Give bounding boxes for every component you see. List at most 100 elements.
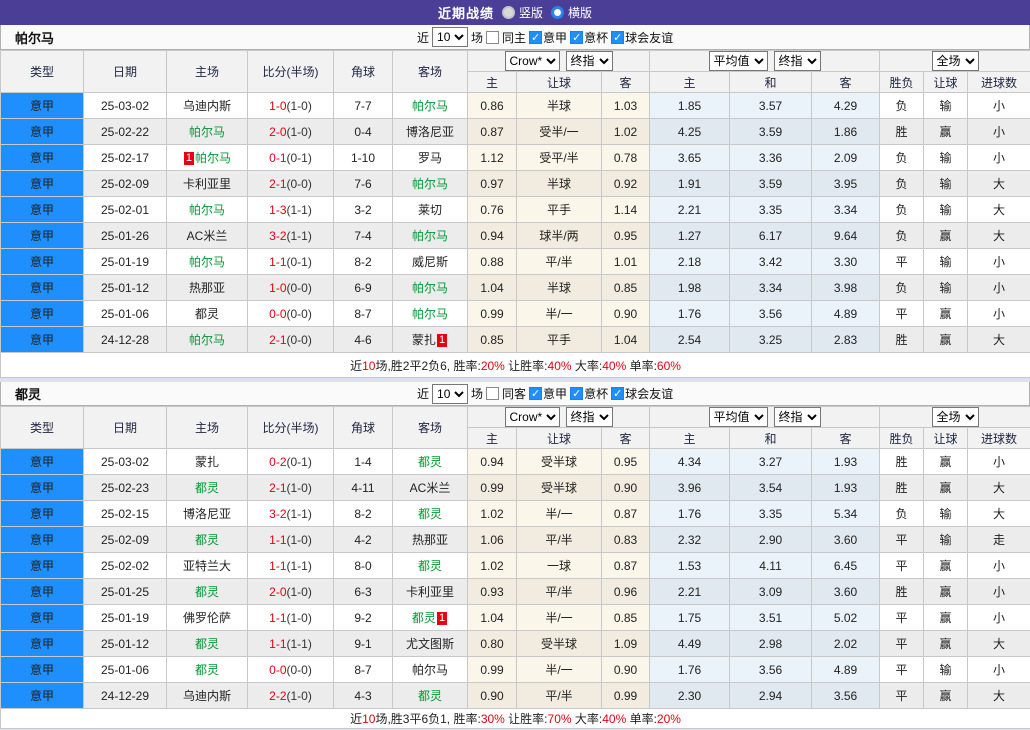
score-cell: 0-1(0-1) xyxy=(248,145,334,171)
same-venue-checkbox[interactable] xyxy=(486,31,499,44)
odds-home-cell: 0.99 xyxy=(468,657,517,683)
avg-draw-cell: 3.35 xyxy=(730,197,812,223)
fulltime-score: 0-1 xyxy=(269,151,286,165)
fulltime-score: 3-2 xyxy=(269,229,286,243)
header-row-top: 类型 日期 主场 比分(半场) 角球 客场 Crow*终指 平均值终指 全场 xyxy=(1,51,1030,72)
result-cell: 平 xyxy=(880,249,924,275)
team-name-text: 都灵 xyxy=(418,559,442,573)
league-cell: 意甲 xyxy=(1,605,84,631)
fulltime-select[interactable]: 全场 xyxy=(932,51,979,71)
league-filter-checkbox[interactable] xyxy=(570,387,583,400)
final-odds-select[interactable]: 终指 xyxy=(566,407,613,427)
summary-segment: 场,胜2平2负6, 胜率: xyxy=(375,359,480,373)
team-name-text: 都灵 xyxy=(195,533,219,547)
date-cell: 25-01-19 xyxy=(84,605,167,631)
odds-away-cell: 1.04 xyxy=(602,327,650,353)
team-name-text: 都灵 xyxy=(412,611,436,625)
col-header-date: 日期 xyxy=(84,51,167,93)
avg-away-cell: 4.89 xyxy=(812,657,880,683)
handicap-result-cell: 输 xyxy=(924,171,968,197)
team-name-text: 都灵 xyxy=(418,455,442,469)
odds-away-cell: 0.90 xyxy=(602,301,650,327)
bookmaker-select[interactable]: Crow* xyxy=(505,407,560,427)
summary-segment: 让胜率: xyxy=(505,359,548,373)
avg-home-cell: 1.76 xyxy=(650,501,730,527)
filter-controls: 近 10 场 同主 意甲意杯球会友谊 xyxy=(417,25,675,49)
match-row: 意甲25-01-19帕尔马1-1(0-1)8-2威尼斯0.88平/半1.012.… xyxy=(1,249,1030,275)
top-title-bar: 近期战绩 竖版 横版 xyxy=(0,0,1030,25)
team-name-text: 热那亚 xyxy=(189,281,225,295)
summary-segment: 40% xyxy=(548,359,572,373)
fulltime-score: 1-1 xyxy=(269,255,286,269)
odds-home-cell: 1.04 xyxy=(468,605,517,631)
avg-home-cell: 2.21 xyxy=(650,579,730,605)
odds-home-cell: 1.06 xyxy=(468,527,517,553)
corners-cell: 8-0 xyxy=(334,553,393,579)
final-odds-select-2[interactable]: 终指 xyxy=(774,51,821,71)
radio-unselected-icon[interactable] xyxy=(551,6,564,19)
average-select-cell: 平均值终指 xyxy=(650,407,880,428)
fulltime-select[interactable]: 全场 xyxy=(932,407,979,427)
halftime-score: (1-0) xyxy=(287,533,312,547)
final-odds-select-2[interactable]: 终指 xyxy=(774,407,821,427)
match-row: 意甲25-01-12都灵1-1(1-1)9-1尤文图斯0.80受半球1.094.… xyxy=(1,631,1030,657)
avg-away-cell: 1.93 xyxy=(812,449,880,475)
handicap-cell: 半/一 xyxy=(517,301,602,327)
handicap-cell: 球半/两 xyxy=(517,223,602,249)
odds-home-cell: 0.86 xyxy=(468,93,517,119)
handicap-cell: 受半球 xyxy=(517,475,602,501)
average-select[interactable]: 平均值 xyxy=(709,51,768,71)
match-count-select[interactable]: 10 xyxy=(432,384,468,404)
league-filter-checkbox[interactable] xyxy=(611,387,624,400)
avg-away-cell: 6.45 xyxy=(812,553,880,579)
handicap-cell: 平/半 xyxy=(517,579,602,605)
league-filter-checkbox[interactable] xyxy=(529,31,542,44)
avg-away-cell: 3.60 xyxy=(812,579,880,605)
date-cell: 25-01-06 xyxy=(84,657,167,683)
result-cell: 胜 xyxy=(880,449,924,475)
match-row: 意甲25-02-23都灵2-1(1-0)4-11AC米兰0.99受半球0.903… xyxy=(1,475,1030,501)
handicap-cell: 受半/一 xyxy=(517,119,602,145)
away-team-cell: 蒙扎1 xyxy=(393,327,468,353)
team-header-row: 帕尔马 近 10 场 同主 意甲意杯球会友谊 xyxy=(0,25,1030,50)
odds-home-cell: 1.12 xyxy=(468,145,517,171)
odds-away-cell: 0.95 xyxy=(602,449,650,475)
handicap-result-cell: 输 xyxy=(924,527,968,553)
fulltime-score: 1-1 xyxy=(269,533,286,547)
league-filter-checkbox[interactable] xyxy=(529,387,542,400)
avg-draw-cell: 3.25 xyxy=(730,327,812,353)
col-header-type: 类型 xyxy=(1,51,84,93)
radio-selected-icon[interactable] xyxy=(502,6,515,19)
avg-away-cell: 2.09 xyxy=(812,145,880,171)
odds-away-cell: 0.85 xyxy=(602,275,650,301)
layout-radio-horizontal[interactable]: 横版 xyxy=(551,4,592,21)
league-filter-checkbox[interactable] xyxy=(570,31,583,44)
summary-text: 近10场,胜3平6负1, 胜率:30% 让胜率:70% 大率:40% 单率:20… xyxy=(1,709,1030,729)
col-header-home: 主场 xyxy=(167,51,248,93)
same-venue-checkbox[interactable] xyxy=(486,387,499,400)
handicap-result-cell: 赢 xyxy=(924,475,968,501)
team-name-text: 都灵 xyxy=(418,507,442,521)
halftime-score: (1-0) xyxy=(287,125,312,139)
odds-home-cell: 0.94 xyxy=(468,223,517,249)
league-cell: 意甲 xyxy=(1,119,84,145)
match-count-select[interactable]: 10 xyxy=(432,27,468,47)
bookmaker-select[interactable]: Crow* xyxy=(505,51,560,71)
corners-cell: 4-2 xyxy=(334,527,393,553)
summary-row: 近10场,胜3平6负1, 胜率:30% 让胜率:70% 大率:40% 单率:20… xyxy=(1,709,1030,729)
league-cell: 意甲 xyxy=(1,449,84,475)
summary-segment: 大率: xyxy=(572,712,603,726)
average-select[interactable]: 平均值 xyxy=(709,407,768,427)
col-header-corners: 角球 xyxy=(334,407,393,449)
score-cell: 2-1(0-0) xyxy=(248,171,334,197)
layout-radio-vertical[interactable]: 竖版 xyxy=(502,4,543,21)
summary-segment: 10 xyxy=(362,712,375,726)
team-name-text: 帕尔马 xyxy=(412,99,448,113)
avg-home-cell: 1.76 xyxy=(650,657,730,683)
final-odds-select[interactable]: 终指 xyxy=(566,51,613,71)
goals-result-cell: 小 xyxy=(968,579,1030,605)
red-card-badge: 1 xyxy=(437,334,447,347)
league-filter-checkbox[interactable] xyxy=(611,31,624,44)
col-header-avg-draw: 和 xyxy=(730,428,812,449)
match-row: 意甲25-01-06都灵0-0(0-0)8-7帕尔马0.99半/一0.901.7… xyxy=(1,657,1030,683)
